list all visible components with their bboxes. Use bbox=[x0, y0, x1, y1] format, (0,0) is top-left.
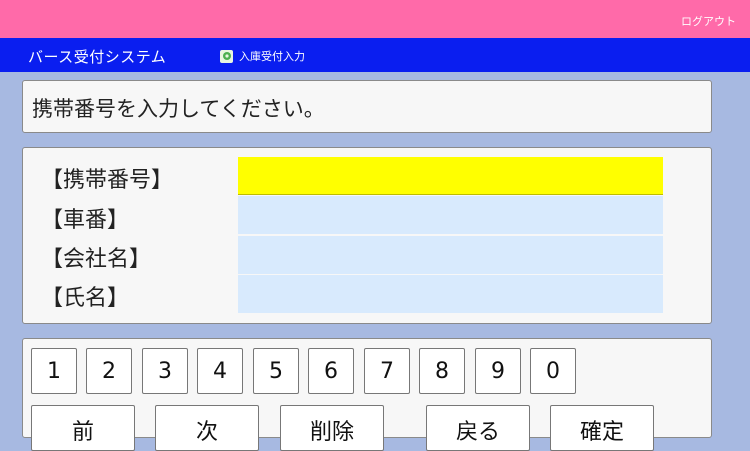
logout-link[interactable]: ログアウト bbox=[681, 13, 736, 29]
company-name-input[interactable] bbox=[238, 236, 663, 274]
confirm-button[interactable]: 確定 bbox=[550, 405, 654, 451]
next-button[interactable]: 次 bbox=[155, 405, 259, 451]
menu-item-receiving-input[interactable]: 入庫受付入力 bbox=[220, 48, 305, 64]
keypad-panel: 1 2 3 4 5 6 7 8 9 0 前 次 削除 戻る 確定 bbox=[22, 338, 712, 451]
mobile-number-label: 【携帯番号】 bbox=[41, 168, 174, 193]
mobile-number-input[interactable] bbox=[238, 157, 663, 195]
key-4[interactable]: 4 bbox=[197, 348, 243, 394]
key-0[interactable]: 0 bbox=[530, 348, 576, 394]
vehicle-number-label: 【車番】 bbox=[41, 208, 130, 233]
key-5[interactable]: 5 bbox=[253, 348, 299, 394]
key-8[interactable]: 8 bbox=[419, 348, 465, 394]
top-bar: ログアウト bbox=[0, 0, 750, 38]
key-6[interactable]: 6 bbox=[308, 348, 354, 394]
key-2[interactable]: 2 bbox=[86, 348, 132, 394]
gear-icon bbox=[220, 49, 233, 63]
prompt-panel: 携帯番号を入力してください。 bbox=[22, 80, 712, 133]
form-panel: 【携帯番号】 【車番】 【会社名】 【氏名】 bbox=[22, 147, 712, 324]
key-1[interactable]: 1 bbox=[31, 348, 77, 394]
nav-bar: バース受付システム 入庫受付入力 bbox=[0, 38, 750, 72]
person-name-label: 【氏名】 bbox=[41, 286, 130, 311]
company-name-label: 【会社名】 bbox=[41, 247, 152, 272]
system-title: バース受付システム bbox=[28, 48, 167, 66]
key-9[interactable]: 9 bbox=[475, 348, 521, 394]
prompt-text: 携帯番号を入力してください。 bbox=[32, 97, 325, 121]
key-3[interactable]: 3 bbox=[142, 348, 188, 394]
delete-button[interactable]: 削除 bbox=[280, 405, 384, 451]
vehicle-number-input[interactable] bbox=[238, 196, 663, 234]
menu-item-label: 入庫受付入力 bbox=[239, 50, 305, 63]
person-name-input[interactable] bbox=[238, 275, 663, 313]
key-7[interactable]: 7 bbox=[364, 348, 410, 394]
prev-button[interactable]: 前 bbox=[31, 405, 135, 451]
back-button[interactable]: 戻る bbox=[426, 405, 530, 451]
